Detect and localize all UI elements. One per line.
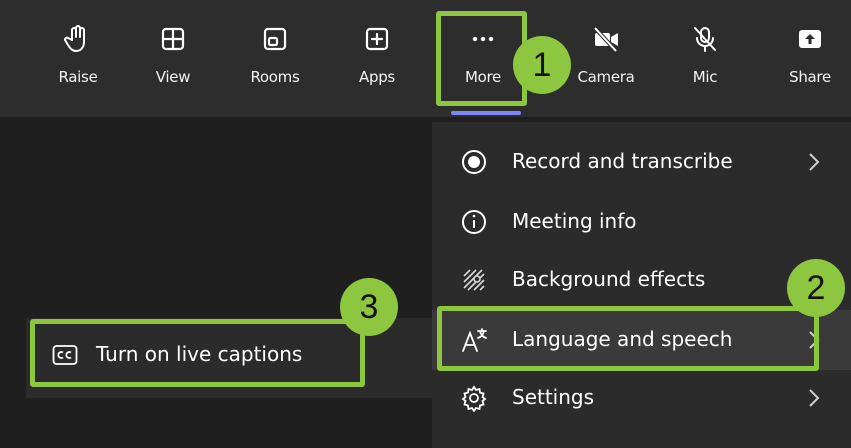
rooms-button[interactable]: Rooms bbox=[240, 24, 310, 104]
raise-button[interactable]: Raise bbox=[43, 24, 113, 104]
share-button[interactable]: Share bbox=[775, 24, 845, 104]
menu-item-label: Record and transcribe bbox=[512, 149, 733, 173]
menu-item-label: Settings bbox=[512, 385, 595, 409]
view-button[interactable]: View bbox=[138, 24, 208, 104]
menu-item-record-and-transcribe[interactable]: Record and transcribe bbox=[432, 132, 851, 192]
step-badge-2: 2 bbox=[787, 259, 845, 317]
share-icon bbox=[799, 30, 821, 48]
apps-label: Apps bbox=[359, 68, 395, 86]
info-icon bbox=[462, 210, 486, 234]
mic-off-icon bbox=[694, 27, 716, 52]
camera-button[interactable]: Camera bbox=[571, 24, 641, 104]
record-icon bbox=[462, 150, 486, 174]
menu-item-label: Meeting info bbox=[512, 209, 637, 233]
step-badge-1: 1 bbox=[513, 36, 571, 94]
chevron-right-icon bbox=[809, 153, 820, 171]
highlight-language-and-speech bbox=[437, 306, 819, 371]
chevron-right-icon bbox=[809, 389, 820, 407]
meeting-toolbar: Raise View Rooms Apps More Camera Mic Sh… bbox=[0, 0, 851, 117]
settings-gear-icon bbox=[461, 385, 487, 412]
menu-item-label: Background effects bbox=[512, 267, 706, 291]
view-label: View bbox=[155, 68, 191, 86]
rooms-label: Rooms bbox=[250, 68, 300, 86]
apps-button[interactable]: Apps bbox=[342, 24, 412, 104]
menu-item-settings[interactable]: Settings bbox=[432, 368, 851, 428]
camera-off-icon bbox=[593, 26, 618, 53]
background-effects-icon bbox=[463, 269, 485, 291]
raise-hand-icon bbox=[64, 25, 85, 52]
more-active-indicator bbox=[451, 111, 521, 115]
share-label: Share bbox=[789, 68, 831, 86]
raise-label: Raise bbox=[58, 68, 98, 86]
camera-label: Camera bbox=[577, 68, 635, 86]
mic-label: Mic bbox=[692, 68, 718, 86]
mic-button[interactable]: Mic bbox=[670, 24, 740, 104]
view-grid-icon bbox=[161, 27, 185, 51]
rooms-icon bbox=[263, 27, 287, 51]
menu-item-meeting-info[interactable]: Meeting info bbox=[432, 192, 851, 252]
step-badge-3: 3 bbox=[340, 278, 398, 336]
highlight-live-captions bbox=[30, 319, 365, 387]
apps-add-icon bbox=[365, 27, 389, 51]
